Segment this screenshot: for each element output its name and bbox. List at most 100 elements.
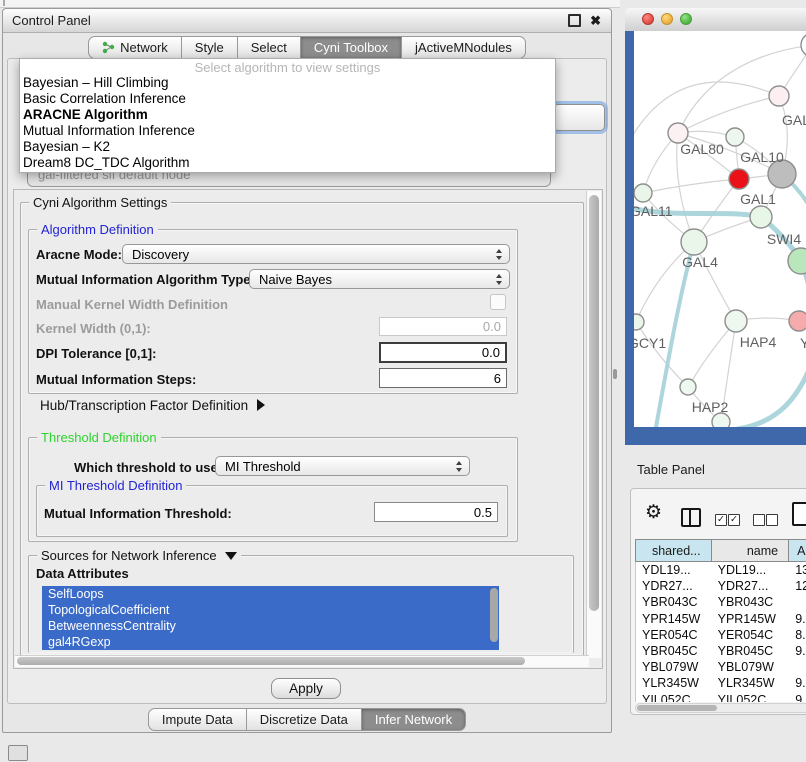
close-window-button[interactable] <box>642 13 654 25</box>
node-gal4[interactable] <box>681 229 707 255</box>
mi-type-select[interactable]: Naive Bayes <box>249 269 510 289</box>
algorithm-option-selected[interactable]: ARACNE Algorithm <box>20 107 555 123</box>
algorithm-option[interactable]: Mutual Information Inference <box>20 123 555 139</box>
top-notch <box>3 0 5 6</box>
table-scroll-thumb[interactable] <box>637 705 717 711</box>
gear-icon[interactable]: ⚙ <box>645 503 662 522</box>
column-header-shared-name[interactable]: shared... <box>636 540 712 561</box>
manual-kernel-checkbox[interactable] <box>490 294 506 310</box>
tab-style[interactable]: Style <box>182 36 238 59</box>
desktop: { "colors": { "selection_blue": "#3a6bc9… <box>0 0 806 762</box>
node-table: shared... name A YDL19... YDL19... 13 YD… <box>635 539 806 702</box>
node-red-gal1[interactable] <box>729 169 749 189</box>
label-y-partial: Y <box>800 335 806 351</box>
data-attributes-list[interactable]: SelfLoops TopologicalCoefficient Between… <box>42 586 499 650</box>
checkbox-unchecked-icon[interactable] <box>766 514 778 526</box>
dpi-tolerance-field[interactable]: 0.0 <box>379 342 507 363</box>
combo-arrows-icon <box>496 249 509 260</box>
algorithm-option[interactable]: Bayesian – K2 <box>20 139 555 155</box>
tab-network[interactable]: Network <box>88 36 182 59</box>
tab-cyni-toolbox[interactable]: Cyni Toolbox <box>301 36 402 59</box>
table-row[interactable]: YDR27... YDR27... 12 <box>636 578 806 594</box>
table-row[interactable]: YPR145W YPR145W 9. <box>636 611 806 627</box>
node-gal80[interactable] <box>668 123 688 143</box>
network-window-titlebar[interactable] <box>625 8 806 32</box>
settings-vertical-scrollbar[interactable] <box>586 191 601 658</box>
node-y-partial[interactable] <box>789 311 806 331</box>
manual-kernel-label: Manual Kernel Width Definition <box>36 297 228 312</box>
table-row[interactable]: YBR045C YBR045C 9. <box>636 643 806 659</box>
label-hap4: HAP4 <box>740 334 777 350</box>
node-swi4[interactable] <box>750 206 772 228</box>
minimized-panel-stub[interactable] <box>8 745 28 761</box>
mi-threshold-field[interactable]: 0.5 <box>374 502 498 522</box>
tab-select[interactable]: Select <box>238 36 301 59</box>
algorithm-option[interactable]: Basic Correlation Inference <box>20 91 555 107</box>
table-horizontal-scrollbar[interactable] <box>635 703 806 713</box>
attribute-item[interactable]: BetweennessCentrality <box>42 618 499 634</box>
apply-button[interactable]: Apply <box>271 678 341 699</box>
inference-algorithm-combobox[interactable] <box>553 104 605 131</box>
mi-type-label: Mutual Information Algorithm Type: <box>36 272 255 287</box>
node-gal11[interactable] <box>634 184 652 202</box>
tab-infer-network[interactable]: Infer Network <box>362 708 466 731</box>
node-gal-partial[interactable] <box>769 86 789 106</box>
node-partial-top[interactable] <box>801 33 806 57</box>
split-pane-grip[interactable] <box>613 369 617 379</box>
attribute-item[interactable]: SelfLoops <box>42 586 499 602</box>
algorithm-option[interactable]: Bayesian – Hill Climbing <box>20 75 555 91</box>
tab-network-label: Network <box>120 40 168 55</box>
settings-scrollpane: Cyni Algorithm Settings Algorithm Defini… <box>13 189 603 669</box>
cyni-algorithm-settings-legend: Cyni Algorithm Settings <box>29 195 171 210</box>
tab-jactivemnodules[interactable]: jActiveMNodules <box>402 36 526 59</box>
table-row[interactable]: YER054C YER054C 8. <box>636 627 806 643</box>
float-window-icon[interactable] <box>568 14 581 27</box>
aracne-mode-value: Discovery <box>123 247 189 262</box>
combo-arrows-icon <box>496 274 509 285</box>
kernel-width-label: Kernel Width (0,1): <box>36 321 151 336</box>
checkbox-checked-icon[interactable]: ✓ <box>728 514 740 526</box>
list-scrollbar[interactable] <box>490 588 498 642</box>
label-gal10: GAL10 <box>740 149 784 165</box>
mi-steps-field[interactable]: 6 <box>379 368 507 388</box>
aracne-mode-label: Aracne Mode: <box>36 247 122 262</box>
node-partial-bottom[interactable] <box>712 413 730 427</box>
horizontal-scroll-thumb[interactable] <box>17 657 525 665</box>
tab-discretize-data[interactable]: Discretize Data <box>247 708 362 731</box>
network-graph: GAL80 GAL10 GAL1 GAL11 SWI4 GAL4 GCY1 HA… <box>634 31 806 427</box>
kernel-width-field[interactable]: 0.0 <box>379 317 507 336</box>
attribute-item[interactable]: gal4RGexp <box>42 634 499 650</box>
table-body[interactable]: YDL19... YDL19... 13 YDR27... YDR27... 1… <box>635 562 806 702</box>
vertical-scroll-thumb[interactable] <box>589 195 599 611</box>
minimize-window-button[interactable] <box>661 13 673 25</box>
node-hap2[interactable] <box>680 379 696 395</box>
collapse-arrow-icon[interactable] <box>225 552 237 560</box>
close-panel-icon[interactable]: ✖ <box>590 16 601 26</box>
table-row[interactable]: YDL19... YDL19... 13 <box>636 562 806 578</box>
network-nodes <box>634 33 806 427</box>
tab-impute-data[interactable]: Impute Data <box>148 708 247 731</box>
zoom-window-button[interactable] <box>680 13 692 25</box>
import-table-icon[interactable] <box>792 502 806 526</box>
attribute-item[interactable]: TopologicalCoefficient <box>42 602 499 618</box>
table-row[interactable]: YBL079W YBL079W <box>636 659 806 675</box>
columns-icon[interactable] <box>681 508 701 527</box>
node-gcy1[interactable] <box>634 314 644 330</box>
table-row[interactable]: YIL052C YIL052C 9 <box>636 692 806 703</box>
which-threshold-select[interactable]: MI Threshold <box>215 456 470 476</box>
algorithm-option[interactable]: Dream8 DC_TDC Algorithm <box>20 155 555 171</box>
network-canvas[interactable]: GAL80 GAL10 GAL1 GAL11 SWI4 GAL4 GCY1 HA… <box>634 31 806 427</box>
column-header-name[interactable]: name <box>712 540 790 561</box>
table-row[interactable]: YBR043C YBR043C <box>636 594 806 610</box>
checkbox-checked-icon[interactable]: ✓ <box>715 514 727 526</box>
settings-horizontal-scrollbar[interactable] <box>15 655 589 667</box>
column-header-partial[interactable]: A <box>789 540 806 561</box>
node-green-bright[interactable] <box>788 248 806 274</box>
node-gal10[interactable] <box>726 128 744 146</box>
node-hap4[interactable] <box>725 310 747 332</box>
checkbox-unchecked-icon[interactable] <box>753 514 765 526</box>
aracne-mode-select[interactable]: Discovery <box>122 244 510 264</box>
expand-arrow-icon[interactable] <box>257 399 265 411</box>
mi-type-value: Naive Bayes <box>250 272 332 287</box>
table-row[interactable]: YLR345W YLR345W 9. <box>636 675 806 691</box>
